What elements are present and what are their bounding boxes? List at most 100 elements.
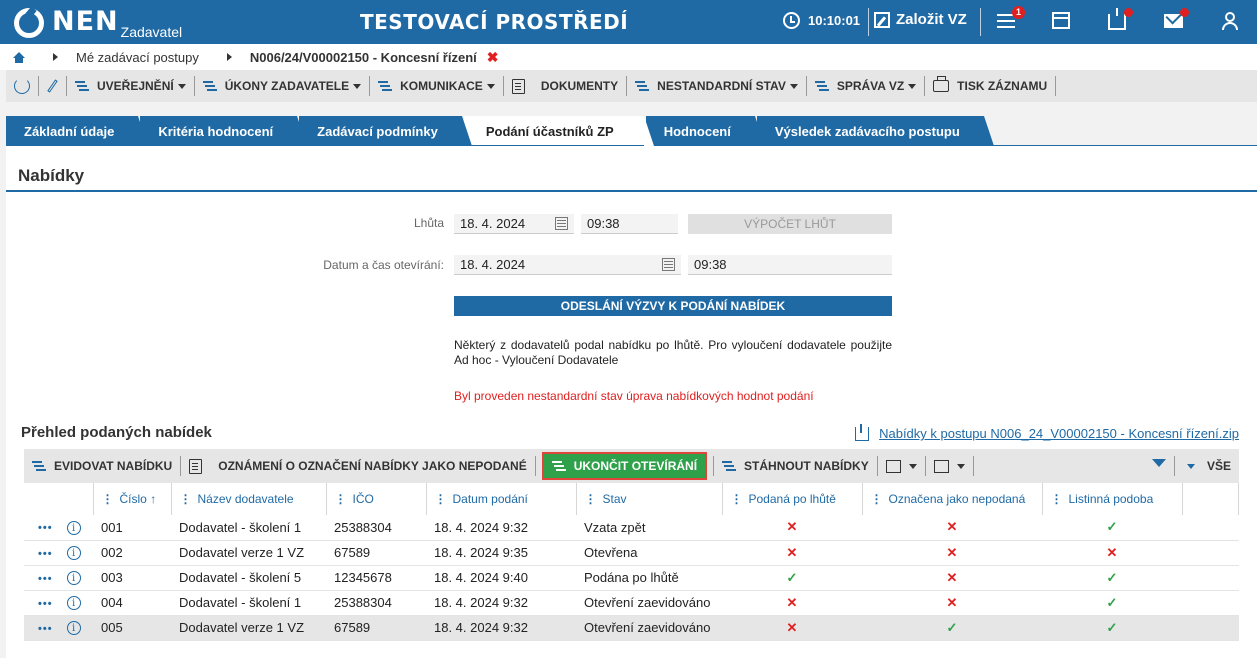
calendar-button[interactable] bbox=[1052, 10, 1074, 32]
cell-filler bbox=[1182, 515, 1239, 541]
info-icon[interactable]: i bbox=[66, 546, 81, 561]
calculate-deadlines-button[interactable]: VÝPOČET LHŮT bbox=[688, 214, 892, 234]
tab-evaluation[interactable]: Hodnocení bbox=[645, 116, 766, 146]
refresh-button[interactable] bbox=[6, 70, 38, 102]
table-row[interactable]: ••• i 003 Dodavatel - školení 5 12345678 18. … bbox=[24, 565, 1239, 591]
menu-documents[interactable]: DOKUMENTY bbox=[504, 70, 626, 102]
download-offers-button[interactable]: STÁHNOUT NABÍDKY bbox=[714, 449, 877, 483]
calendar-icon[interactable] bbox=[555, 217, 568, 230]
send-invitation-button[interactable]: ODESLÁNÍ VÝZVY K PODÁNÍ NABÍDEK bbox=[454, 296, 892, 316]
deadline-time-field[interactable]: 09:38 bbox=[581, 214, 678, 234]
section-divider bbox=[6, 190, 1257, 192]
column-supplier[interactable]: ⋮ Název dodavatele bbox=[171, 483, 327, 515]
download-zip-link[interactable]: Nabídky k postupu N006_24_V00002150 - Ko… bbox=[855, 423, 1239, 441]
column-unsubmitted[interactable]: ⋮ Označena jako nepodaná bbox=[862, 483, 1043, 515]
offers-table: ⋮ Číslo ↑ ⋮ Název dodavatele ⋮ IČO ⋮ Datum p… bbox=[24, 483, 1239, 641]
tab-evaluation-criteria[interactable]: Kritéria hodnocení bbox=[140, 116, 308, 146]
filter-button[interactable] bbox=[1144, 449, 1174, 483]
more-options-icon[interactable]: ••• bbox=[38, 573, 53, 585]
menu-publication[interactable]: UVEŘEJNĚNÍ bbox=[67, 70, 194, 102]
cell-supplier: Dodavatel - školení 5 bbox=[171, 565, 326, 591]
menu-contracting-actions[interactable]: ÚKONY ZADAVATELE bbox=[195, 70, 369, 102]
row-actions: ••• i bbox=[24, 590, 93, 616]
tab-procedure-result[interactable]: Výsledek zadávacího postupu bbox=[756, 116, 994, 146]
create-contract-button[interactable]: Založit VZ bbox=[874, 11, 967, 28]
notify-unsubmitted-button[interactable]: OZNÁMENÍ O OZNAČENÍ NABÍDKY JAKO NEPODAN… bbox=[181, 449, 534, 483]
opening-time-field[interactable]: 09:38 bbox=[688, 255, 892, 275]
cell-number: 001 bbox=[93, 515, 171, 541]
cell-ico: 67589 bbox=[326, 540, 426, 566]
check-icon: ✓ bbox=[1106, 519, 1118, 535]
menu-nonstandard-state-label: NESTANDARDNÍ STAV bbox=[657, 79, 786, 93]
share-icon bbox=[933, 459, 949, 473]
cross-icon: ✕ bbox=[786, 619, 798, 635]
tab-submissions[interactable]: Podání účastníků ZP bbox=[463, 116, 654, 146]
cell-state: Otevření zaevidováno bbox=[576, 615, 722, 641]
table-row[interactable]: ••• i 002 Dodavatel verze 1 VZ 67589 18. 4. 2… bbox=[24, 540, 1239, 566]
record-offer-button[interactable]: EVIDOVAT NABÍDKU bbox=[24, 449, 180, 483]
column-date[interactable]: ⋮ Datum podání bbox=[426, 483, 577, 515]
list-icon bbox=[75, 79, 91, 93]
cell-number: 002 bbox=[93, 540, 171, 566]
more-options-icon[interactable]: ••• bbox=[38, 548, 53, 560]
inbox-button[interactable] bbox=[1108, 8, 1133, 32]
chevron-down-icon bbox=[908, 463, 917, 469]
deadline-date-value: 18. 4. 2024 bbox=[460, 216, 526, 231]
messages-button[interactable] bbox=[1164, 8, 1189, 32]
row-actions: ••• i bbox=[24, 565, 93, 591]
deadline-date-field[interactable]: 18. 4. 2024 bbox=[454, 214, 574, 234]
info-icon[interactable]: i bbox=[66, 521, 81, 536]
breadcrumb-my-procedures[interactable]: Mé zadávací postupy bbox=[76, 50, 199, 65]
column-number[interactable]: ⋮ Číslo ↑ bbox=[93, 483, 172, 515]
menu-contract-management[interactable]: SPRÁVA VZ bbox=[807, 70, 924, 102]
info-icon[interactable]: i bbox=[66, 596, 81, 611]
calendar-icon[interactable] bbox=[662, 258, 675, 271]
share-menu-button[interactable] bbox=[926, 449, 973, 483]
menu-nonstandard-state[interactable]: NESTANDARDNÍ STAV bbox=[627, 70, 806, 102]
more-options-icon[interactable]: ••• bbox=[38, 598, 53, 610]
more-options-icon[interactable]: ••• bbox=[38, 522, 53, 534]
divider bbox=[868, 8, 869, 36]
view-all-toggle[interactable]: VŠE bbox=[1175, 449, 1239, 483]
table-row[interactable]: ••• i 004 Dodavatel - školení 1 25388304 18. … bbox=[24, 590, 1239, 616]
tab-tender-conditions[interactable]: Zadávací podmínky bbox=[299, 116, 472, 146]
cell-paper: ✓ bbox=[1042, 515, 1182, 541]
menu-contract-management-label: SPRÁVA VZ bbox=[836, 79, 905, 93]
column-ico-label: IČO bbox=[352, 492, 374, 506]
column-state-label: Stav bbox=[602, 492, 627, 506]
column-late[interactable]: ⋮ Podaná po lhůtě bbox=[722, 483, 863, 515]
user-button[interactable] bbox=[1222, 10, 1244, 32]
info-icon[interactable]: i bbox=[66, 571, 81, 586]
column-paper[interactable]: ⋮ Listinná podoba bbox=[1042, 483, 1183, 515]
column-ico[interactable]: ⋮ IČO bbox=[326, 483, 427, 515]
edit-button[interactable] bbox=[39, 70, 66, 102]
close-icon[interactable]: ✖ bbox=[487, 49, 499, 66]
cell-unsubmitted: ✕ bbox=[862, 590, 1042, 616]
column-unsubmitted-label: Označena jako nepodaná bbox=[888, 492, 1026, 506]
home-icon[interactable] bbox=[13, 51, 25, 63]
document-icon bbox=[189, 458, 203, 474]
cell-unsubmitted: ✕ bbox=[862, 515, 1042, 541]
info-icon[interactable]: i bbox=[66, 621, 81, 636]
sort-ascending-icon[interactable]: ↑ bbox=[150, 492, 156, 506]
column-state[interactable]: ⋮ Stav bbox=[576, 483, 723, 515]
logo[interactable]: NEN Zadavatel bbox=[14, 6, 182, 40]
print-record-button[interactable]: TISK ZÁZNAMU bbox=[925, 70, 1055, 102]
cell-late: ✕ bbox=[722, 515, 862, 541]
breadcrumb-current[interactable]: N006/24/V00002150 - Koncesní řízení bbox=[250, 50, 477, 65]
menu-button[interactable]: 1 bbox=[997, 6, 1025, 32]
table-row[interactable]: ••• i 001 Dodavatel - školení 1 25388304 18. … bbox=[24, 515, 1239, 541]
main-panel: Nabídky Lhůta 18. 4. 2024 09:38 VÝPOČET … bbox=[6, 146, 1257, 658]
export-menu-button[interactable] bbox=[878, 449, 925, 483]
table-row[interactable]: ••• i 005 Dodavatel verze 1 VZ 67589 18. 4. 2… bbox=[24, 615, 1239, 641]
finish-opening-button[interactable]: UKONČIT OTEVÍRÁNÍ bbox=[541, 452, 708, 480]
chevron-down-icon bbox=[353, 83, 362, 89]
list-icon bbox=[722, 459, 738, 473]
chevron-down-icon bbox=[789, 83, 798, 89]
tab-basic-info[interactable]: Základní údaje bbox=[6, 116, 149, 146]
more-options-icon[interactable]: ••• bbox=[38, 623, 53, 635]
cell-ico: 25388304 bbox=[326, 590, 426, 616]
menu-communication[interactable]: KOMUNIKACE bbox=[370, 70, 503, 102]
cell-state: Otevřena bbox=[576, 540, 722, 566]
opening-date-field[interactable]: 18. 4. 2024 bbox=[454, 255, 681, 275]
